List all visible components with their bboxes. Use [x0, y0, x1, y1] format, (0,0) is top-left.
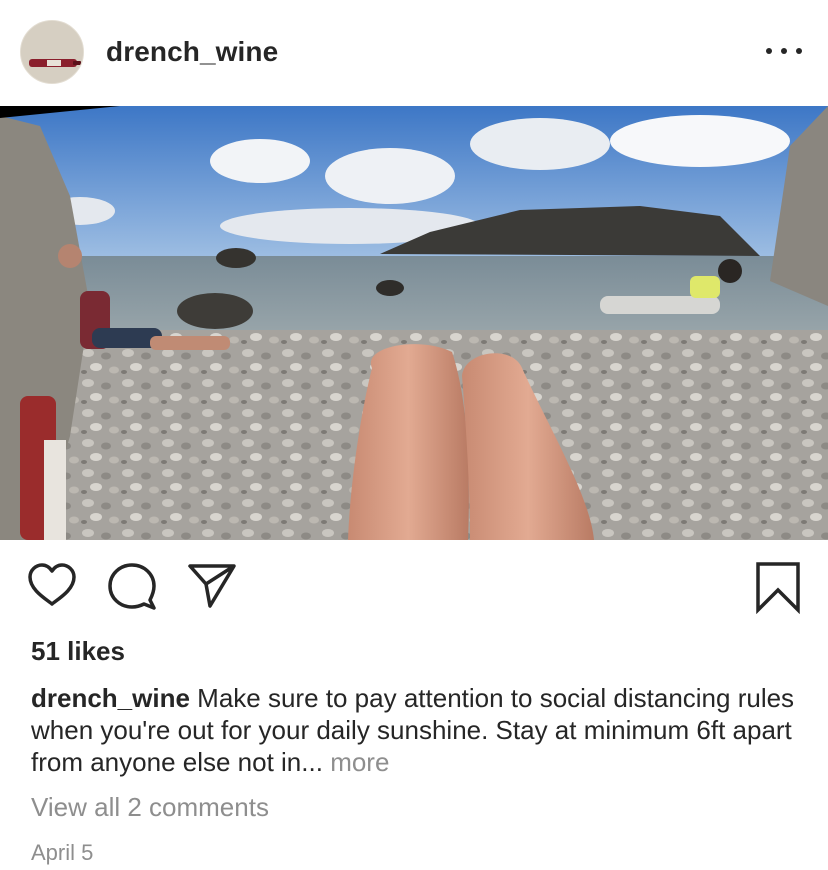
- post-header: drench_wine: [0, 0, 828, 106]
- caption-username[interactable]: drench_wine: [31, 683, 190, 713]
- post-photo[interactable]: [0, 106, 828, 540]
- avatar[interactable]: [20, 20, 84, 84]
- post-date: April 5: [31, 840, 94, 865]
- comment-icon[interactable]: [106, 560, 158, 617]
- post-actions: [0, 560, 828, 616]
- like-count[interactable]: 51 likes: [31, 636, 125, 667]
- post-username[interactable]: drench_wine: [106, 36, 278, 68]
- more-horizontal-icon[interactable]: [766, 44, 802, 58]
- post-caption: drench_wine Make sure to pay attention t…: [31, 682, 801, 778]
- send-icon[interactable]: [186, 560, 238, 617]
- view-comments-link[interactable]: View all 2 comments: [31, 792, 269, 823]
- heart-icon[interactable]: [26, 560, 78, 617]
- avatar-image: [21, 21, 83, 83]
- bookmark-icon[interactable]: [754, 560, 802, 619]
- beach-photo: [0, 106, 828, 540]
- caption-more-link[interactable]: more: [330, 747, 389, 777]
